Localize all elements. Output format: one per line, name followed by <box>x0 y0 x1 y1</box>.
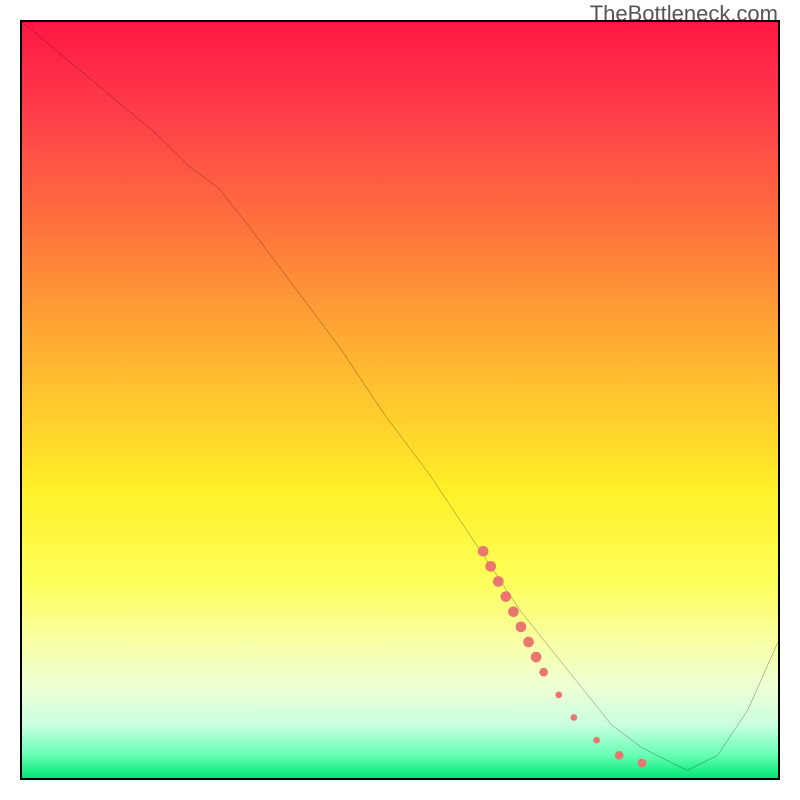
highlight-marker <box>540 668 548 676</box>
highlight-marker <box>508 607 518 617</box>
highlight-marker <box>501 592 511 602</box>
highlight-marker <box>594 737 600 743</box>
highlight-marker <box>493 576 503 586</box>
highlight-marker <box>638 759 646 767</box>
bottleneck-curve <box>22 22 778 770</box>
chart-container: TheBottleneck.com <box>0 0 800 800</box>
highlight-marker <box>478 546 488 556</box>
highlight-marker <box>571 715 577 721</box>
highlight-marker-group <box>478 546 646 767</box>
highlight-marker <box>531 652 541 662</box>
curve-layer <box>22 22 778 778</box>
highlight-marker <box>486 561 496 571</box>
highlight-marker <box>524 637 534 647</box>
highlight-marker <box>556 692 562 698</box>
highlight-marker <box>516 622 526 632</box>
highlight-marker <box>615 751 623 759</box>
plot-area <box>20 20 780 780</box>
